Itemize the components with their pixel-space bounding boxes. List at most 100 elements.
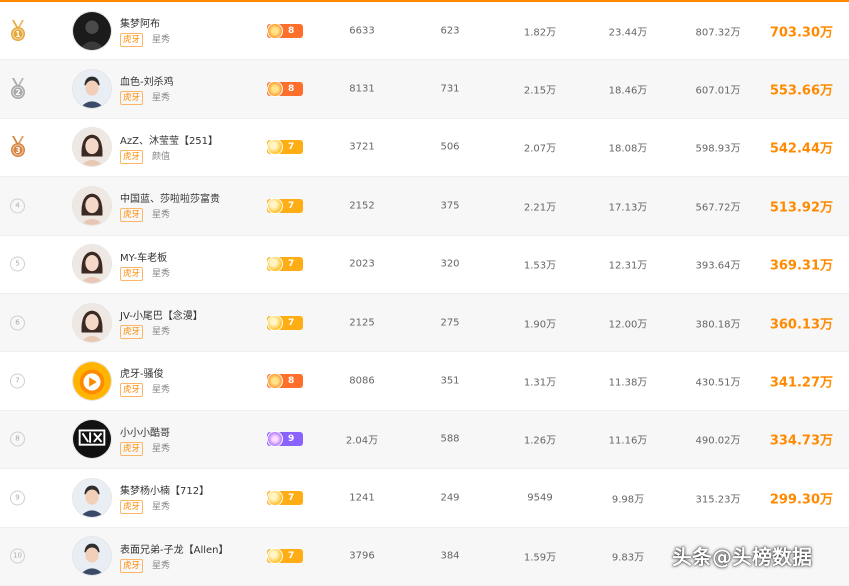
stat-cell: 249: [440, 492, 460, 504]
streamer-name[interactable]: 集梦杨小楠【712】: [120, 482, 209, 497]
streamer-name[interactable]: AzZ、沐莹莹【251】: [120, 132, 218, 147]
category-label: 星秀: [152, 502, 171, 513]
streamer-name[interactable]: MY-车老板: [120, 249, 167, 264]
rank-number: 9: [10, 490, 25, 506]
category-label: 星秀: [152, 560, 171, 571]
platform-tag: 虎牙: [120, 441, 144, 456]
svg-text:1: 1: [15, 29, 20, 38]
avatar-portrait-male-icon[interactable]: [72, 477, 112, 518]
stat-cell: 2.21万: [523, 202, 557, 214]
stat-cell: 11.38万: [608, 377, 648, 389]
level-icon: [267, 373, 283, 390]
level-badge: 7: [267, 139, 303, 156]
level-number: 7: [288, 142, 295, 153]
table-row[interactable]: 7 虎牙-骚俊 虎牙 星秀 8 8086 351 1.31万 11.38万 430.51万 341.…: [0, 352, 849, 411]
stat-cell: 375: [440, 200, 460, 212]
streamer-name[interactable]: 血色-刘杀鸡: [120, 73, 174, 88]
stat-cell: 1.82万: [523, 27, 557, 39]
stat-cell: 1.53万: [523, 260, 557, 272]
stat-cell: 1.26万: [523, 435, 557, 447]
table-row[interactable]: 4 中国蓝、莎啦啦莎富贵 虎牙 星秀 7 2152 375 2.21万 17.13万 567.72…: [0, 177, 849, 236]
platform-tag: 虎牙: [120, 33, 144, 47]
level-icon: [267, 22, 283, 39]
table-row[interactable]: 3 AzZ、沐莹莹【251】 虎牙 颜值 7 3721 506 2.07万 18.08万 598.…: [0, 119, 849, 178]
level-number: 7: [288, 200, 295, 211]
level-number: 7: [288, 259, 295, 270]
streamer-name[interactable]: 虎牙-骚俊: [120, 365, 164, 380]
avatar-huya-logo-icon[interactable]: [72, 361, 112, 402]
level-badge: 7: [267, 314, 303, 331]
streamer-name[interactable]: 集梦阿布: [120, 15, 160, 30]
platform-tag: 虎牙: [120, 266, 144, 281]
stat-cell: 315.23万: [695, 494, 741, 506]
level-icon: [267, 81, 283, 98]
level-icon: [267, 256, 283, 273]
stat-cell: 1.31万: [523, 377, 557, 389]
level-number: 7: [288, 317, 295, 328]
stat-cell: 506: [440, 141, 460, 153]
avatar-portrait-female-icon[interactable]: [72, 185, 112, 226]
platform-tag: 虎牙: [120, 149, 144, 164]
stat-cell: 2.15万: [523, 85, 557, 97]
category-label: 星秀: [152, 35, 171, 45]
avatar-portrait-male-icon[interactable]: [72, 69, 112, 110]
stat-cell: 2.07万: [523, 143, 557, 155]
total-value: 341.27万: [769, 375, 833, 391]
table-row[interactable]: 9 集梦杨小楠【712】 虎牙 星秀 7 1241 249 9549 9.98万 315.23万 2…: [0, 469, 849, 528]
level-icon: [267, 431, 283, 448]
category-label: 星秀: [152, 268, 171, 279]
stat-cell: 1.59万: [523, 552, 557, 564]
total-value: 334.73万: [769, 433, 833, 449]
avatar-portrait-female-icon[interactable]: [72, 244, 112, 285]
stat-cell: 9549: [527, 492, 553, 504]
streamer-name[interactable]: 中国蓝、莎啦啦莎富贵: [120, 190, 220, 205]
level-number: 7: [288, 551, 295, 562]
stat-cell: 2152: [349, 200, 375, 212]
platform-tag: 虎牙: [120, 324, 144, 339]
level-icon: [267, 197, 283, 214]
category-label: 星秀: [152, 93, 171, 104]
stat-cell: 320: [440, 258, 460, 270]
avatar-portrait-dark-icon[interactable]: [72, 10, 112, 51]
stat-cell: 807.32万: [695, 27, 741, 39]
silver-medal-icon: 2: [9, 78, 27, 100]
table-row[interactable]: 1 集梦阿布 虎牙 星秀 8 6633 623 1.82万 23.44万 807.32万 703.3…: [0, 2, 849, 61]
avatar-portrait-female-icon[interactable]: [72, 127, 112, 168]
watermark: 头条@头榜数据: [672, 545, 812, 569]
platform-tag: 虎牙: [120, 383, 144, 398]
table-row[interactable]: 5 MY-车老板 虎牙 星秀 7 2023 320 1.53万 12.31万 393.64万 369…: [0, 236, 849, 294]
category-label: 星秀: [152, 326, 171, 337]
rank-number: 10: [10, 548, 25, 564]
stat-cell: 17.13万: [608, 202, 648, 214]
total-value: 513.92万: [769, 200, 833, 216]
level-number: 8: [288, 25, 295, 36]
stat-cell: 3796: [349, 550, 375, 562]
streamer-name[interactable]: JV-小尾巴【念漫】: [120, 307, 203, 322]
platform-tag: 虎牙: [120, 558, 144, 573]
stat-cell: 351: [440, 375, 460, 387]
stat-cell: 6633: [349, 25, 375, 37]
rank-number: 4: [10, 198, 25, 214]
avatar-portrait-male-icon[interactable]: [72, 536, 112, 577]
level-number: 8: [288, 376, 295, 387]
avatar-calligraphy-logo-icon[interactable]: [72, 419, 112, 460]
stat-cell: 8086: [349, 375, 375, 387]
stat-cell: 18.08万: [608, 143, 648, 155]
streamer-name[interactable]: 小小小酷哥: [120, 424, 170, 439]
avatar-portrait-female-icon[interactable]: [72, 302, 112, 343]
level-badge: 8: [267, 373, 303, 390]
total-value: 553.66万: [769, 83, 833, 99]
category-label: 颜值: [152, 151, 171, 162]
table-row[interactable]: 2 血色-刘杀鸡 虎牙 星秀 8 8131 731 2.15万 18.46万 607.01万 553…: [0, 60, 849, 119]
stat-cell: 9.98万: [611, 494, 645, 506]
total-value: 703.30万: [769, 25, 833, 41]
total-value: 542.44万: [769, 141, 833, 157]
rank-number: 7: [10, 373, 25, 389]
streamer-name[interactable]: 表面兄弟-子龙【Allen】: [120, 541, 229, 556]
table-row[interactable]: 8 小小小酷哥 虎牙 星秀 9 2.04万 588 1.26万 11.16万 490.02万 334…: [0, 410, 849, 470]
level-badge: 8: [267, 81, 303, 98]
table-row[interactable]: 6 JV-小尾巴【念漫】 虎牙 星秀 7 2125 275 1.90万 12.00万 380.18…: [0, 293, 849, 353]
stat-cell: 9.83万: [611, 552, 645, 564]
level-icon: [267, 548, 283, 565]
level-badge: 8: [267, 22, 303, 39]
